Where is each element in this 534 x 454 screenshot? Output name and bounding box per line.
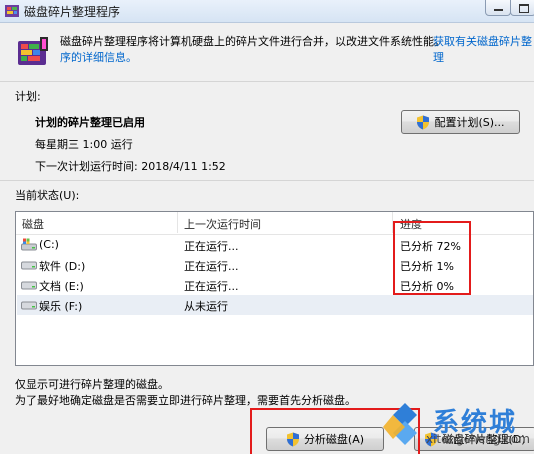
disk-name: 软件 (D:) bbox=[39, 260, 86, 273]
analyze-disk-label: 分析磁盘(A) bbox=[303, 433, 365, 446]
note-line-1: 仅显示可进行碎片整理的磁盘。 bbox=[15, 378, 169, 391]
configure-schedule-button[interactable]: 配置计划(S)... bbox=[401, 110, 520, 134]
disk-row-c[interactable]: (C:) 正在运行... 已分析 72% bbox=[17, 235, 533, 255]
minimize-button[interactable] bbox=[485, 0, 511, 16]
disk-last-run: 正在运行... bbox=[184, 240, 239, 253]
disk-last-run: 正在运行... bbox=[184, 260, 239, 273]
more-info-link-continued[interactable]: 序的详细信息。 bbox=[60, 49, 137, 65]
column-divider[interactable] bbox=[177, 212, 178, 233]
watermark-url: xitongcheng.com bbox=[426, 432, 530, 446]
maximize-button[interactable] bbox=[510, 0, 534, 16]
disk-progress: 已分析 1% bbox=[400, 260, 454, 273]
intro-text: 磁盘碎片整理程序将计算机硬盘上的碎片文件进行合并，以改进文件系统性能。 bbox=[60, 35, 445, 48]
drive-icon bbox=[21, 301, 37, 310]
disk-list-header: 磁盘 上一次运行时间 进度 bbox=[16, 212, 533, 235]
disk-row-f[interactable]: 娱乐 (F:) 从未运行 bbox=[17, 295, 533, 315]
window-title: 磁盘碎片整理程序 bbox=[24, 5, 121, 19]
disk-progress: 已分析 0% bbox=[400, 280, 454, 293]
defrag-app-icon bbox=[5, 5, 19, 17]
header-separator bbox=[0, 81, 534, 82]
schedule-section-label: 计划: bbox=[15, 90, 41, 103]
watermark-logo-icon bbox=[383, 403, 417, 445]
schedule-next-run: 下一次计划运行时间: 2018/4/11 1:52 bbox=[35, 160, 226, 173]
uac-shield-icon bbox=[417, 115, 430, 129]
defrag-large-icon bbox=[18, 37, 48, 65]
uac-shield-icon bbox=[286, 432, 299, 446]
disk-last-run: 从未运行 bbox=[184, 300, 228, 313]
disk-list[interactable]: 磁盘 上一次运行时间 进度 (C:) 正在运行... 已分析 72% 软件 (D… bbox=[15, 211, 534, 366]
disk-row-e[interactable]: 文档 (E:) 正在运行... 已分析 0% bbox=[17, 275, 533, 295]
analyze-disk-button[interactable]: 分析磁盘(A) bbox=[266, 427, 384, 451]
column-header-progress[interactable]: 进度 bbox=[400, 216, 422, 232]
more-info-link[interactable]: 获取有关磁盘碎片整理 bbox=[433, 33, 534, 65]
schedule-frequency: 每星期三 1:00 运行 bbox=[35, 138, 133, 151]
note-line-2: 为了最好地确定磁盘是否需要立即进行碎片整理，需要首先分析磁盘。 bbox=[15, 394, 356, 407]
schedule-separator bbox=[0, 180, 534, 181]
column-header-last-run[interactable]: 上一次运行时间 bbox=[184, 216, 261, 232]
disk-progress: 已分析 72% bbox=[400, 240, 461, 253]
disk-name: 娱乐 (F:) bbox=[39, 300, 83, 313]
disk-name: (C:) bbox=[39, 238, 59, 251]
configure-schedule-label: 配置计划(S)... bbox=[434, 116, 505, 129]
drive-icon bbox=[21, 281, 37, 290]
column-divider[interactable] bbox=[392, 212, 393, 233]
current-status-label: 当前状态(U): bbox=[15, 189, 80, 202]
system-drive-icon bbox=[21, 238, 37, 251]
drive-icon bbox=[21, 261, 37, 270]
column-header-disk[interactable]: 磁盘 bbox=[22, 216, 44, 232]
title-bar: 磁盘碎片整理程序 bbox=[0, 0, 534, 23]
schedule-status: 计划的碎片整理已启用 bbox=[35, 116, 145, 129]
disk-name: 文档 (E:) bbox=[39, 280, 84, 293]
disk-last-run: 正在运行... bbox=[184, 280, 239, 293]
disk-row-d[interactable]: 软件 (D:) 正在运行... 已分析 1% bbox=[17, 255, 533, 275]
